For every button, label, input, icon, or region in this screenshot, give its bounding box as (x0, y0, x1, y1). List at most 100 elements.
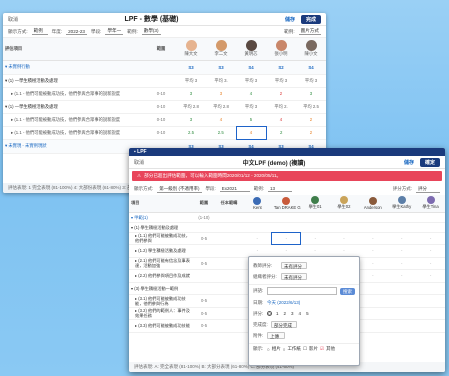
score-cell[interactable]: S3 (206, 60, 236, 74)
score-option[interactable]: 0 (267, 311, 272, 316)
score-cell[interactable]: 平均 3 (296, 74, 326, 87)
score-option[interactable]: 5 (306, 311, 309, 316)
score-cell[interactable]: 4 (235, 125, 267, 140)
checkbox-checked-icon[interactable]: ☑ (320, 346, 324, 352)
score-cell[interactable] (358, 320, 387, 333)
score-cell[interactable]: 平均 3 (176, 74, 206, 87)
back-filter-select[interactable]: 學年一 (105, 28, 124, 35)
popup-date-value[interactable]: 今天 (2022/6/13) (267, 300, 300, 306)
front-filter-select[interactable]: 第一級別 (不適用率) (157, 186, 202, 193)
score-cell[interactable] (387, 295, 416, 308)
score-cell[interactable]: 3 (176, 113, 206, 126)
score-cell[interactable] (416, 212, 445, 222)
score-cell[interactable]: 2 (296, 113, 326, 126)
score-option[interactable]: 4 (299, 311, 302, 316)
score-cell[interactable] (387, 307, 416, 320)
score-cell[interactable] (272, 222, 301, 232)
score-cell[interactable]: - (358, 270, 387, 283)
score-cell[interactable]: - (243, 232, 272, 245)
score-cell[interactable]: - (416, 245, 445, 258)
score-cell[interactable]: - (358, 257, 387, 270)
score-cell[interactable] (416, 282, 445, 295)
popup-peer-select[interactable]: 未有評分 (281, 273, 307, 280)
score-cell[interactable]: 平均 3 (236, 100, 266, 113)
score-cell[interactable]: 3 (296, 87, 326, 100)
score-cell[interactable] (416, 320, 445, 333)
score-cell[interactable] (330, 222, 359, 232)
popup-search-button[interactable]: 搜索 (340, 287, 355, 295)
back-filter-select[interactable]: 圖片方式 (298, 28, 321, 35)
front-done-button[interactable]: 確定 (419, 157, 440, 167)
back-done-button[interactable]: 完成 (300, 14, 321, 24)
popup-level-select[interactable]: 部分完成 (271, 321, 297, 328)
front-filter-select[interactable]: 評分 (416, 186, 440, 193)
score-cell[interactable] (416, 222, 445, 232)
score-cell[interactable]: - (330, 232, 359, 245)
score-cell[interactable]: 3 (176, 87, 206, 100)
back-filter-select[interactable]: 範例 (31, 28, 48, 35)
score-cell[interactable]: 平均 2. (266, 100, 296, 113)
score-cell[interactable]: 4 (206, 113, 236, 126)
score-cell[interactable]: 平均 2.5 (296, 100, 326, 113)
score-cell[interactable]: - (387, 245, 416, 258)
score-cell[interactable] (387, 222, 416, 232)
score-cell[interactable] (243, 222, 272, 232)
score-cell[interactable] (358, 212, 387, 222)
score-cell[interactable]: 3 (206, 87, 236, 100)
score-cell[interactable] (330, 212, 359, 222)
score-cell[interactable]: S3 (176, 60, 206, 74)
score-cell[interactable] (301, 212, 330, 222)
score-cell[interactable]: 4 (236, 87, 266, 100)
score-cell[interactable]: 2.5 (176, 126, 206, 139)
score-cell[interactable]: - (387, 257, 416, 270)
score-cell[interactable]: - (416, 257, 445, 270)
front-save-button[interactable]: 儲存 (404, 159, 414, 166)
score-cell[interactable]: 平均 3. (206, 74, 236, 87)
score-cell[interactable] (243, 212, 272, 222)
score-cell[interactable] (358, 222, 387, 232)
radio-icon[interactable]: ○ (267, 347, 270, 352)
checkbox-icon[interactable]: ☐ (303, 346, 307, 352)
score-cell[interactable]: - (416, 270, 445, 283)
score-cell[interactable]: - (387, 232, 416, 245)
score-cell[interactable]: - (358, 245, 387, 258)
score-option[interactable]: 1 (276, 311, 279, 316)
score-cell[interactable]: 2 (266, 126, 296, 139)
score-cell[interactable]: S4 (236, 60, 266, 74)
score-cell[interactable]: 2 (296, 126, 326, 139)
back-cancel-link[interactable]: 取消 (8, 16, 18, 23)
score-cell[interactable] (358, 307, 387, 320)
score-cell[interactable]: - (301, 232, 330, 245)
popup-rater-select[interactable]: 未有評分 (281, 262, 307, 269)
score-cell[interactable] (387, 282, 416, 295)
score-cell[interactable]: 2 (266, 87, 296, 100)
score-cell[interactable] (358, 295, 387, 308)
back-filter-select[interactable]: 數學(3) (141, 28, 161, 35)
score-option[interactable]: 3 (291, 311, 294, 316)
front-cancel-link[interactable]: 取消 (134, 159, 144, 166)
score-cell[interactable] (416, 295, 445, 308)
radio-icon[interactable]: ○ (283, 347, 286, 352)
front-filter-select[interactable]: Ex2021 (219, 186, 250, 192)
score-cell[interactable]: 2.5 (206, 126, 236, 139)
score-option[interactable]: 2 (284, 311, 287, 316)
score-cell[interactable]: 平均 2.8 (206, 100, 236, 113)
score-cell[interactable]: 平均 3 (236, 74, 266, 87)
score-cell[interactable] (358, 282, 387, 295)
score-cell[interactable] (387, 212, 416, 222)
score-cell[interactable]: - (271, 231, 302, 245)
score-cell[interactable] (416, 307, 445, 320)
score-cell[interactable]: S2 (266, 60, 296, 74)
score-cell[interactable]: S4 (296, 60, 326, 74)
score-cell[interactable]: 4 (266, 113, 296, 126)
score-cell[interactable]: - (416, 232, 445, 245)
score-cell[interactable]: 5 (236, 113, 266, 126)
score-cell[interactable] (387, 320, 416, 333)
popup-attach-select[interactable]: 上傳 (267, 332, 285, 339)
score-cell[interactable]: 平均 2.8 (176, 100, 206, 113)
popup-comment-input[interactable] (267, 287, 337, 295)
score-cell[interactable]: 平均 3 (266, 74, 296, 87)
score-cell[interactable]: - (358, 232, 387, 245)
score-cell[interactable]: - (387, 270, 416, 283)
score-cell[interactable] (272, 212, 301, 222)
